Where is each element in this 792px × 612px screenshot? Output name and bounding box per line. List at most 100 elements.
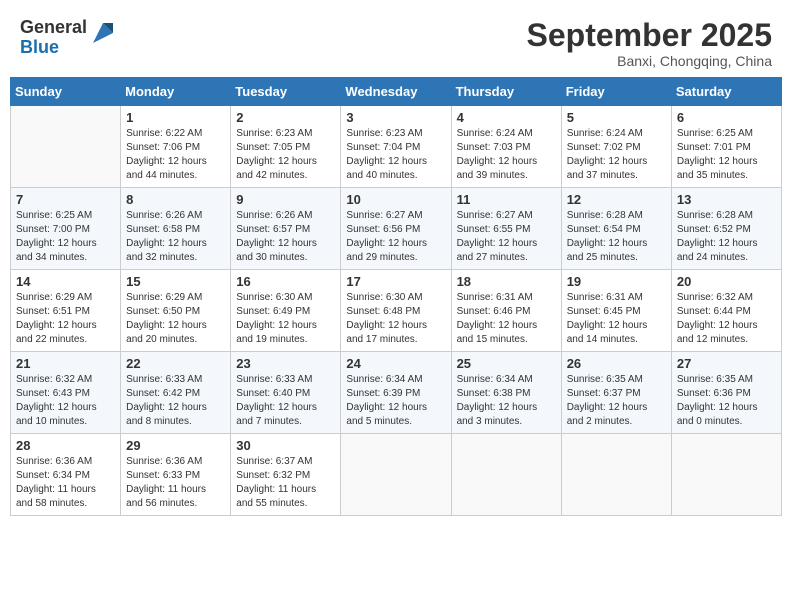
day-info: Sunrise: 6:29 AM Sunset: 6:50 PM Dayligh… <box>126 291 225 347</box>
weekday-thursday: Thursday <box>451 78 561 106</box>
day-info: Sunrise: 6:22 AM Sunset: 7:06 PM Dayligh… <box>126 127 225 183</box>
weekday-tuesday: Tuesday <box>231 78 341 106</box>
day-info: Sunrise: 6:31 AM Sunset: 6:45 PM Dayligh… <box>567 291 666 347</box>
day-info: Sunrise: 6:32 AM Sunset: 6:43 PM Dayligh… <box>16 373 115 429</box>
day-number: 30 <box>236 438 335 453</box>
day-cell: 5Sunrise: 6:24 AM Sunset: 7:02 PM Daylig… <box>561 106 671 188</box>
day-cell: 1 Sunrise: 6:22 AM Sunset: 7:06 PM Daylig… <box>121 106 231 188</box>
day-cell: 28 Sunrise: 6:36 AM Sunset: 6:34 PM Dayli… <box>11 434 121 516</box>
day-info: Sunrise: 6:25 AM Sunset: 7:01 PM Dayligh… <box>677 127 776 183</box>
day-number: 4 <box>457 110 556 125</box>
day-info: Sunrise: 6:25 AM Sunset: 7:00 PM Dayligh… <box>16 209 115 265</box>
day-cell: 19 Sunrise: 6:31 AM Sunset: 6:45 PM Dayli… <box>561 270 671 352</box>
day-cell: 30 Sunrise: 6:37 AM Sunset: 6:32 PM Dayli… <box>231 434 341 516</box>
day-number: 5 <box>567 110 666 125</box>
week-row-4: 21 Sunrise: 6:32 AM Sunset: 6:43 PM Dayli… <box>11 352 782 434</box>
day-info: Sunrise: 6:28 AM Sunset: 6:52 PM Dayligh… <box>677 209 776 265</box>
day-info: Sunrise: 6:35 AM Sunset: 6:36 PM Dayligh… <box>677 373 776 429</box>
day-info: Sunrise: 6:31 AM Sunset: 6:46 PM Dayligh… <box>457 291 556 347</box>
day-cell: 9 Sunrise: 6:26 AM Sunset: 6:57 PM Daylig… <box>231 188 341 270</box>
day-cell: 21 Sunrise: 6:32 AM Sunset: 6:43 PM Dayli… <box>11 352 121 434</box>
day-number: 16 <box>236 274 335 289</box>
day-info: Sunrise: 6:30 AM Sunset: 6:49 PM Dayligh… <box>236 291 335 347</box>
day-info: Sunrise: 6:33 AM Sunset: 6:42 PM Dayligh… <box>126 373 225 429</box>
day-info: Sunrise: 6:37 AM Sunset: 6:32 PM Dayligh… <box>236 455 335 511</box>
day-number: 26 <box>567 356 666 371</box>
day-cell: 29Sunrise: 6:36 AM Sunset: 6:33 PM Dayli… <box>121 434 231 516</box>
day-number: 18 <box>457 274 556 289</box>
day-info: Sunrise: 6:29 AM Sunset: 6:51 PM Dayligh… <box>16 291 115 347</box>
day-info: Sunrise: 6:26 AM Sunset: 6:57 PM Dayligh… <box>236 209 335 265</box>
logo-general-text: General <box>20 17 87 37</box>
weekday-friday: Friday <box>561 78 671 106</box>
day-number: 25 <box>457 356 556 371</box>
day-cell: 8 Sunrise: 6:26 AM Sunset: 6:58 PM Daylig… <box>121 188 231 270</box>
day-number: 12 <box>567 192 666 207</box>
week-row-5: 28 Sunrise: 6:36 AM Sunset: 6:34 PM Dayli… <box>11 434 782 516</box>
day-cell: 26 Sunrise: 6:35 AM Sunset: 6:37 PM Dayli… <box>561 352 671 434</box>
day-cell <box>561 434 671 516</box>
day-cell: 27 Sunrise: 6:35 AM Sunset: 6:36 PM Dayli… <box>671 352 781 434</box>
day-cell: 7Sunrise: 6:25 AM Sunset: 7:00 PM Daylig… <box>11 188 121 270</box>
day-number: 6 <box>677 110 776 125</box>
day-number: 1 <box>126 110 225 125</box>
logo: General Blue <box>20 18 117 58</box>
day-number: 17 <box>346 274 445 289</box>
day-cell <box>341 434 451 516</box>
weekday-sunday: Sunday <box>11 78 121 106</box>
day-info: Sunrise: 6:36 AM Sunset: 6:34 PM Dayligh… <box>16 455 115 511</box>
day-cell: 2 Sunrise: 6:23 AM Sunset: 7:05 PM Daylig… <box>231 106 341 188</box>
day-number: 21 <box>16 356 115 371</box>
day-number: 15 <box>126 274 225 289</box>
day-info: Sunrise: 6:23 AM Sunset: 7:04 PM Dayligh… <box>346 127 445 183</box>
day-cell: 14 Sunrise: 6:29 AM Sunset: 6:51 PM Dayli… <box>11 270 121 352</box>
day-number: 2 <box>236 110 335 125</box>
week-row-3: 14 Sunrise: 6:29 AM Sunset: 6:51 PM Dayli… <box>11 270 782 352</box>
day-cell <box>671 434 781 516</box>
week-row-2: 7Sunrise: 6:25 AM Sunset: 7:00 PM Daylig… <box>11 188 782 270</box>
day-number: 23 <box>236 356 335 371</box>
day-info: Sunrise: 6:34 AM Sunset: 6:38 PM Dayligh… <box>457 373 556 429</box>
day-number: 3 <box>346 110 445 125</box>
title-section: September 2025 Banxi, Chongqing, China <box>527 18 772 69</box>
day-info: Sunrise: 6:26 AM Sunset: 6:58 PM Dayligh… <box>126 209 225 265</box>
day-info: Sunrise: 6:32 AM Sunset: 6:44 PM Dayligh… <box>677 291 776 347</box>
day-info: Sunrise: 6:28 AM Sunset: 6:54 PM Dayligh… <box>567 209 666 265</box>
day-info: Sunrise: 6:30 AM Sunset: 6:48 PM Dayligh… <box>346 291 445 347</box>
day-info: Sunrise: 6:35 AM Sunset: 6:37 PM Dayligh… <box>567 373 666 429</box>
day-number: 14 <box>16 274 115 289</box>
day-number: 8 <box>126 192 225 207</box>
page-header: General Blue September 2025 Banxi, Chong… <box>10 10 782 69</box>
day-number: 10 <box>346 192 445 207</box>
day-number: 28 <box>16 438 115 453</box>
weekday-monday: Monday <box>121 78 231 106</box>
day-cell: 25 Sunrise: 6:34 AM Sunset: 6:38 PM Dayli… <box>451 352 561 434</box>
day-cell: 12 Sunrise: 6:28 AM Sunset: 6:54 PM Dayli… <box>561 188 671 270</box>
day-number: 9 <box>236 192 335 207</box>
day-cell: 6 Sunrise: 6:25 AM Sunset: 7:01 PM Daylig… <box>671 106 781 188</box>
day-number: 24 <box>346 356 445 371</box>
location: Banxi, Chongqing, China <box>527 53 772 69</box>
day-info: Sunrise: 6:23 AM Sunset: 7:05 PM Dayligh… <box>236 127 335 183</box>
calendar-table: SundayMondayTuesdayWednesdayThursdayFrid… <box>10 77 782 516</box>
weekday-saturday: Saturday <box>671 78 781 106</box>
day-cell: 10 Sunrise: 6:27 AM Sunset: 6:56 PM Dayli… <box>341 188 451 270</box>
day-cell: 4 Sunrise: 6:24 AM Sunset: 7:03 PM Daylig… <box>451 106 561 188</box>
day-number: 22 <box>126 356 225 371</box>
logo-icon <box>89 19 117 47</box>
day-cell: 24Sunrise: 6:34 AM Sunset: 6:39 PM Dayli… <box>341 352 451 434</box>
weekday-header-row: SundayMondayTuesdayWednesdayThursdayFrid… <box>11 78 782 106</box>
day-info: Sunrise: 6:27 AM Sunset: 6:55 PM Dayligh… <box>457 209 556 265</box>
day-cell: 16 Sunrise: 6:30 AM Sunset: 6:49 PM Dayli… <box>231 270 341 352</box>
day-info: Sunrise: 6:24 AM Sunset: 7:03 PM Dayligh… <box>457 127 556 183</box>
day-number: 19 <box>567 274 666 289</box>
day-cell <box>11 106 121 188</box>
day-number: 27 <box>677 356 776 371</box>
logo-blue-text: Blue <box>20 37 59 57</box>
month-title: September 2025 <box>527 18 772 53</box>
week-row-1: 1 Sunrise: 6:22 AM Sunset: 7:06 PM Daylig… <box>11 106 782 188</box>
day-cell: 15 Sunrise: 6:29 AM Sunset: 6:50 PM Dayli… <box>121 270 231 352</box>
day-info: Sunrise: 6:27 AM Sunset: 6:56 PM Dayligh… <box>346 209 445 265</box>
day-cell: 22 Sunrise: 6:33 AM Sunset: 6:42 PM Dayli… <box>121 352 231 434</box>
day-number: 11 <box>457 192 556 207</box>
